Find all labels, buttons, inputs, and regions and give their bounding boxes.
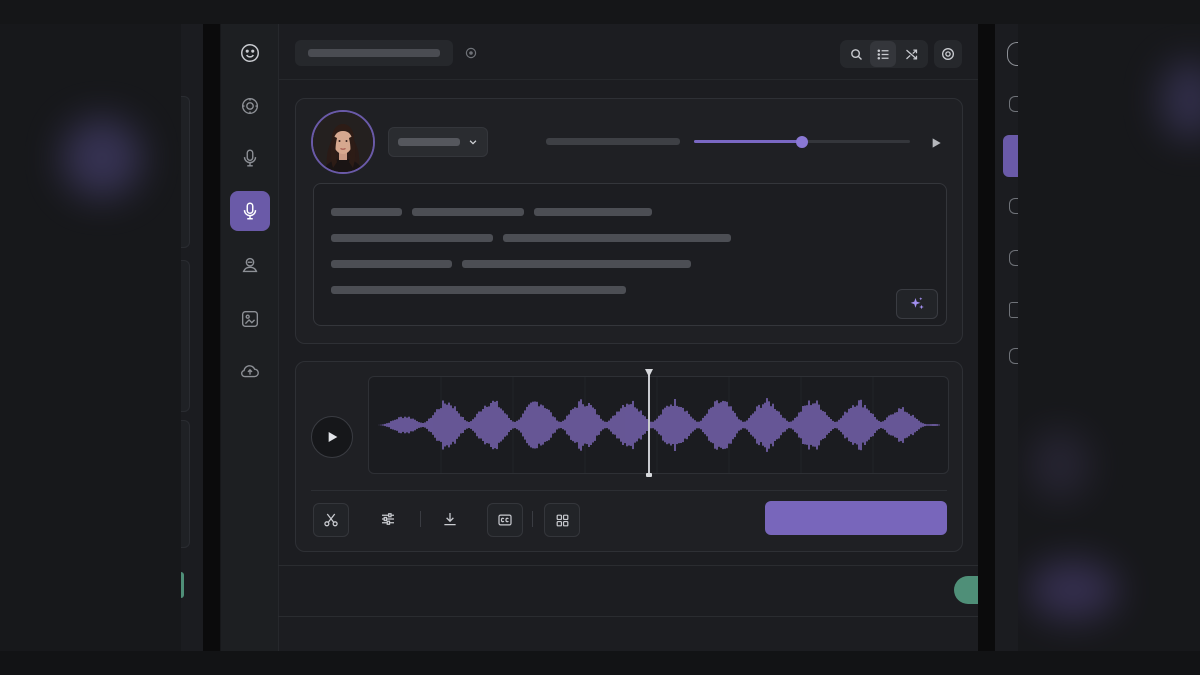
background-bottom xyxy=(0,651,1200,675)
background-top xyxy=(0,0,1200,24)
search-button[interactable] xyxy=(843,41,869,67)
speed-label-placeholder xyxy=(546,138,680,145)
audio-card xyxy=(295,361,963,552)
text-line xyxy=(331,234,493,242)
portrait-image xyxy=(313,112,373,172)
voice-name-placeholder xyxy=(398,138,460,146)
toolbar-separator xyxy=(420,511,421,527)
toolbar-separator xyxy=(532,511,533,527)
smiley-icon xyxy=(241,44,259,62)
text-line xyxy=(331,208,402,216)
text-line xyxy=(331,260,452,268)
settings-icon xyxy=(942,48,954,60)
text-line xyxy=(412,208,524,216)
play-icon xyxy=(328,432,338,442)
sidebar xyxy=(221,24,279,651)
waveform[interactable] xyxy=(368,369,949,477)
microphone-icon xyxy=(243,202,257,220)
app-stage xyxy=(181,24,1018,651)
more-tools-button[interactable] xyxy=(544,503,580,537)
image-edit-icon xyxy=(241,310,259,328)
left-partial-window xyxy=(181,24,203,651)
cut-button[interactable] xyxy=(313,503,349,537)
ghost-icon xyxy=(1009,348,1018,364)
window-divider xyxy=(203,24,220,651)
sidebar-item-voice-clone[interactable] xyxy=(230,245,270,285)
compass-icon xyxy=(241,97,259,115)
main-window xyxy=(221,24,1002,651)
text-line xyxy=(534,208,652,216)
voice-user-icon xyxy=(242,257,258,273)
generate-button[interactable] xyxy=(765,501,947,535)
background-glow xyxy=(1030,430,1090,500)
playhead-handle xyxy=(645,369,653,377)
footer-bar xyxy=(278,565,996,617)
voice-select[interactable] xyxy=(388,127,488,157)
ghost-toggle-edge xyxy=(181,572,184,598)
sidebar-item-explore[interactable] xyxy=(230,86,270,126)
ghost-icon xyxy=(1009,302,1018,318)
sliders-icon xyxy=(382,513,394,525)
speed-slider[interactable] xyxy=(694,135,910,149)
voice-text-card xyxy=(295,98,963,344)
list-icon xyxy=(877,49,888,59)
slider-thumb[interactable] xyxy=(796,136,808,148)
avatar[interactable] xyxy=(311,110,375,174)
slider-fill xyxy=(694,140,802,143)
waveform-graphic xyxy=(378,377,940,473)
script-textarea[interactable] xyxy=(313,183,947,326)
adjust-button[interactable] xyxy=(371,503,405,535)
title-status-button[interactable] xyxy=(458,40,484,66)
ai-enhance-button[interactable] xyxy=(896,289,938,319)
search-icon xyxy=(850,48,862,60)
preview-play-button[interactable] xyxy=(928,135,944,151)
window-divider xyxy=(978,24,995,651)
play-icon xyxy=(932,138,941,148)
sidebar-item-profile[interactable] xyxy=(230,33,270,73)
scissors-icon xyxy=(324,513,338,527)
topbar xyxy=(278,24,996,80)
ghost-active-item xyxy=(1003,135,1018,177)
background-left-panel xyxy=(0,24,181,651)
audio-divider xyxy=(311,490,947,491)
shuffle-button[interactable] xyxy=(898,41,924,67)
project-title[interactable] xyxy=(295,40,453,66)
right-partial-window xyxy=(995,24,1018,651)
title-placeholder xyxy=(308,49,440,57)
sidebar-item-voice[interactable] xyxy=(230,138,270,178)
ghost-panel xyxy=(181,420,190,548)
background-glow xyxy=(62,118,142,198)
microphone-icon xyxy=(243,149,257,167)
captions-button[interactable] xyxy=(487,503,523,537)
grid-icon xyxy=(556,514,568,526)
ghost-icon xyxy=(1009,198,1018,214)
upload-cloud-icon xyxy=(241,365,259,378)
download-icon xyxy=(444,513,456,526)
background-glow xyxy=(1028,560,1118,620)
ghost-panel xyxy=(181,96,190,248)
status-dot-icon xyxy=(465,47,477,59)
text-line xyxy=(331,286,626,294)
ghost-button xyxy=(1007,42,1018,66)
list-button[interactable] xyxy=(870,41,896,67)
shuffle-icon xyxy=(905,49,917,59)
sparkle-icon xyxy=(910,297,924,310)
caption-icon xyxy=(498,514,512,526)
text-line xyxy=(503,234,731,242)
sidebar-item-media[interactable] xyxy=(230,299,270,339)
ghost-panel xyxy=(181,260,190,412)
playhead-foot xyxy=(646,473,652,477)
chevron-down-icon xyxy=(469,140,477,145)
sidebar-item-upload[interactable] xyxy=(230,351,270,391)
ghost-icon xyxy=(1009,96,1018,112)
download-button[interactable] xyxy=(433,503,467,535)
playhead[interactable] xyxy=(645,369,653,477)
play-button[interactable] xyxy=(311,416,353,458)
settings-button[interactable] xyxy=(935,41,961,67)
sidebar-item-text-to-speech[interactable] xyxy=(230,191,270,231)
ghost-icon xyxy=(1009,250,1018,266)
text-line xyxy=(462,260,691,268)
